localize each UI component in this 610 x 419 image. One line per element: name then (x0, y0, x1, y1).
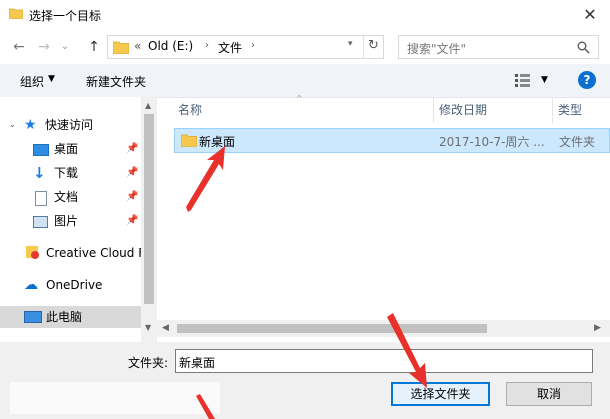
scrollbar-thumb[interactable] (177, 324, 487, 333)
breadcrumb-item[interactable]: Old (E:) (148, 39, 193, 53)
breadcrumb-overflow[interactable]: « (134, 39, 141, 53)
pin-icon[interactable]: 📌 (126, 186, 138, 208)
up-button[interactable]: ↑ (85, 37, 103, 57)
file-name: 新桌面 (199, 135, 236, 149)
sidebar-item-creative-cloud[interactable]: Creative Cloud F (0, 242, 150, 264)
horizontal-scrollbar[interactable]: ◀ ▶ (157, 320, 610, 337)
annotation-arrow (186, 146, 225, 212)
chevron-right-icon[interactable]: › (251, 40, 255, 51)
folder-icon (113, 41, 129, 54)
address-bar[interactable]: « Old (E:) › 文件 › ▾ ↻ (107, 35, 384, 59)
breadcrumb-item[interactable]: 文件 (218, 39, 242, 56)
file-modified: 2017-10-7-周六 ... (439, 135, 545, 149)
download-icon: ↓ (33, 164, 46, 182)
pin-icon[interactable]: 📌 (126, 162, 138, 184)
folder-label: 文件夹: (128, 356, 169, 370)
toolbar: 组织 ▼ 新建文件夹 ▼ ? (0, 64, 610, 98)
dialog-footer: 文件夹: 新桌面 选择文件夹 取消 (0, 342, 610, 419)
sidebar-item-label: 快速访问 (45, 118, 94, 132)
sidebar-item-label: 下载 (54, 166, 79, 180)
scroll-down-icon[interactable]: ▼ (145, 323, 151, 332)
scrollbar-thumb[interactable] (144, 114, 154, 304)
chevron-right-icon[interactable]: › (205, 40, 209, 51)
pin-icon[interactable]: 📌 (126, 210, 138, 232)
column-divider[interactable] (552, 97, 553, 123)
column-header-name[interactable]: 名称 (178, 97, 202, 123)
help-icon[interactable]: ? (578, 71, 596, 89)
sidebar-item-documents[interactable]: 文档 📌 (0, 186, 141, 208)
star-icon: ★ (24, 117, 37, 133)
sidebar-scrollbar[interactable]: ▲ ▼ (141, 97, 157, 342)
sidebar-item-downloads[interactable]: ↓ 下载 📌 (0, 162, 141, 184)
view-options-icon[interactable] (515, 73, 531, 87)
scroll-up-icon[interactable]: ▲ (145, 101, 151, 110)
back-button[interactable]: ← (10, 37, 28, 57)
select-folder-button[interactable]: 选择文件夹 (391, 382, 490, 406)
organize-button[interactable]: 组织 (20, 73, 44, 90)
table-row[interactable]: 新桌面 2017-10-7-周六 ... 文件夹 (174, 128, 610, 153)
sidebar-item-label: Creative Cloud F (46, 246, 146, 260)
sidebar-item-label: 图片 (54, 214, 79, 228)
sidebar-item-quick-access[interactable]: ⌄ ★ 快速访问 (0, 114, 141, 136)
close-button[interactable]: ✕ (578, 4, 602, 26)
search-box[interactable]: 搜索"文件" (398, 35, 599, 59)
folder-icon (9, 8, 23, 19)
folder-name-input[interactable]: 新桌面 (175, 349, 593, 373)
pin-icon[interactable]: 📌 (126, 138, 138, 160)
chevron-down-icon[interactable]: ▼ (48, 74, 55, 84)
sidebar-item-label: OneDrive (46, 278, 103, 292)
recent-locations-dropdown[interactable]: ⌄ (58, 37, 72, 57)
sidebar-item-label: 文档 (54, 190, 79, 204)
sort-ascending-icon: ^ (296, 94, 303, 103)
navigation-pane: ⌄ ★ 快速访问 桌面 📌 ↓ 下载 📌 文档 📌 图片 📌 Creative … (0, 97, 157, 342)
scroll-left-icon[interactable]: ◀ (162, 323, 169, 333)
column-header-modified[interactable]: 修改日期 (439, 97, 487, 123)
creative-cloud-icon (31, 251, 39, 259)
blurred-area (10, 382, 220, 414)
scroll-right-icon[interactable]: ▶ (594, 323, 601, 333)
column-divider[interactable] (433, 97, 434, 123)
computer-icon (24, 311, 42, 323)
chevron-down-icon[interactable]: ▼ (541, 75, 548, 85)
desktop-icon (33, 144, 49, 156)
refresh-icon[interactable]: ↻ (368, 38, 379, 53)
cancel-button[interactable]: 取消 (506, 382, 592, 406)
window-title: 选择一个目标 (29, 9, 102, 23)
folder-name-value: 新桌面 (179, 356, 216, 370)
forward-button[interactable]: → (35, 37, 53, 57)
sidebar-item-desktop[interactable]: 桌面 📌 (0, 138, 141, 160)
sidebar-item-label: 桌面 (54, 142, 79, 156)
chevron-down-icon[interactable]: ⌄ (9, 114, 16, 136)
new-folder-button[interactable]: 新建文件夹 (86, 73, 146, 90)
document-icon (35, 191, 47, 206)
title-bar: 选择一个目标 ✕ (0, 0, 610, 31)
column-header-type[interactable]: 类型 (558, 97, 582, 123)
sidebar-item-label: 此电脑 (46, 310, 83, 324)
search-icon[interactable] (577, 41, 590, 54)
sidebar-item-onedrive[interactable]: ☁ OneDrive (0, 274, 141, 296)
sidebar-item-pictures[interactable]: 图片 📌 (0, 210, 141, 232)
cloud-icon: ☁ (24, 277, 38, 293)
divider (363, 36, 364, 58)
sidebar-item-this-pc[interactable]: 此电脑 (0, 306, 141, 328)
address-dropdown-icon[interactable]: ▾ (348, 39, 353, 49)
search-input[interactable]: 搜索"文件" (407, 40, 466, 57)
folder-icon (181, 134, 197, 147)
file-type: 文件夹 (559, 135, 596, 149)
picture-icon (33, 216, 48, 228)
